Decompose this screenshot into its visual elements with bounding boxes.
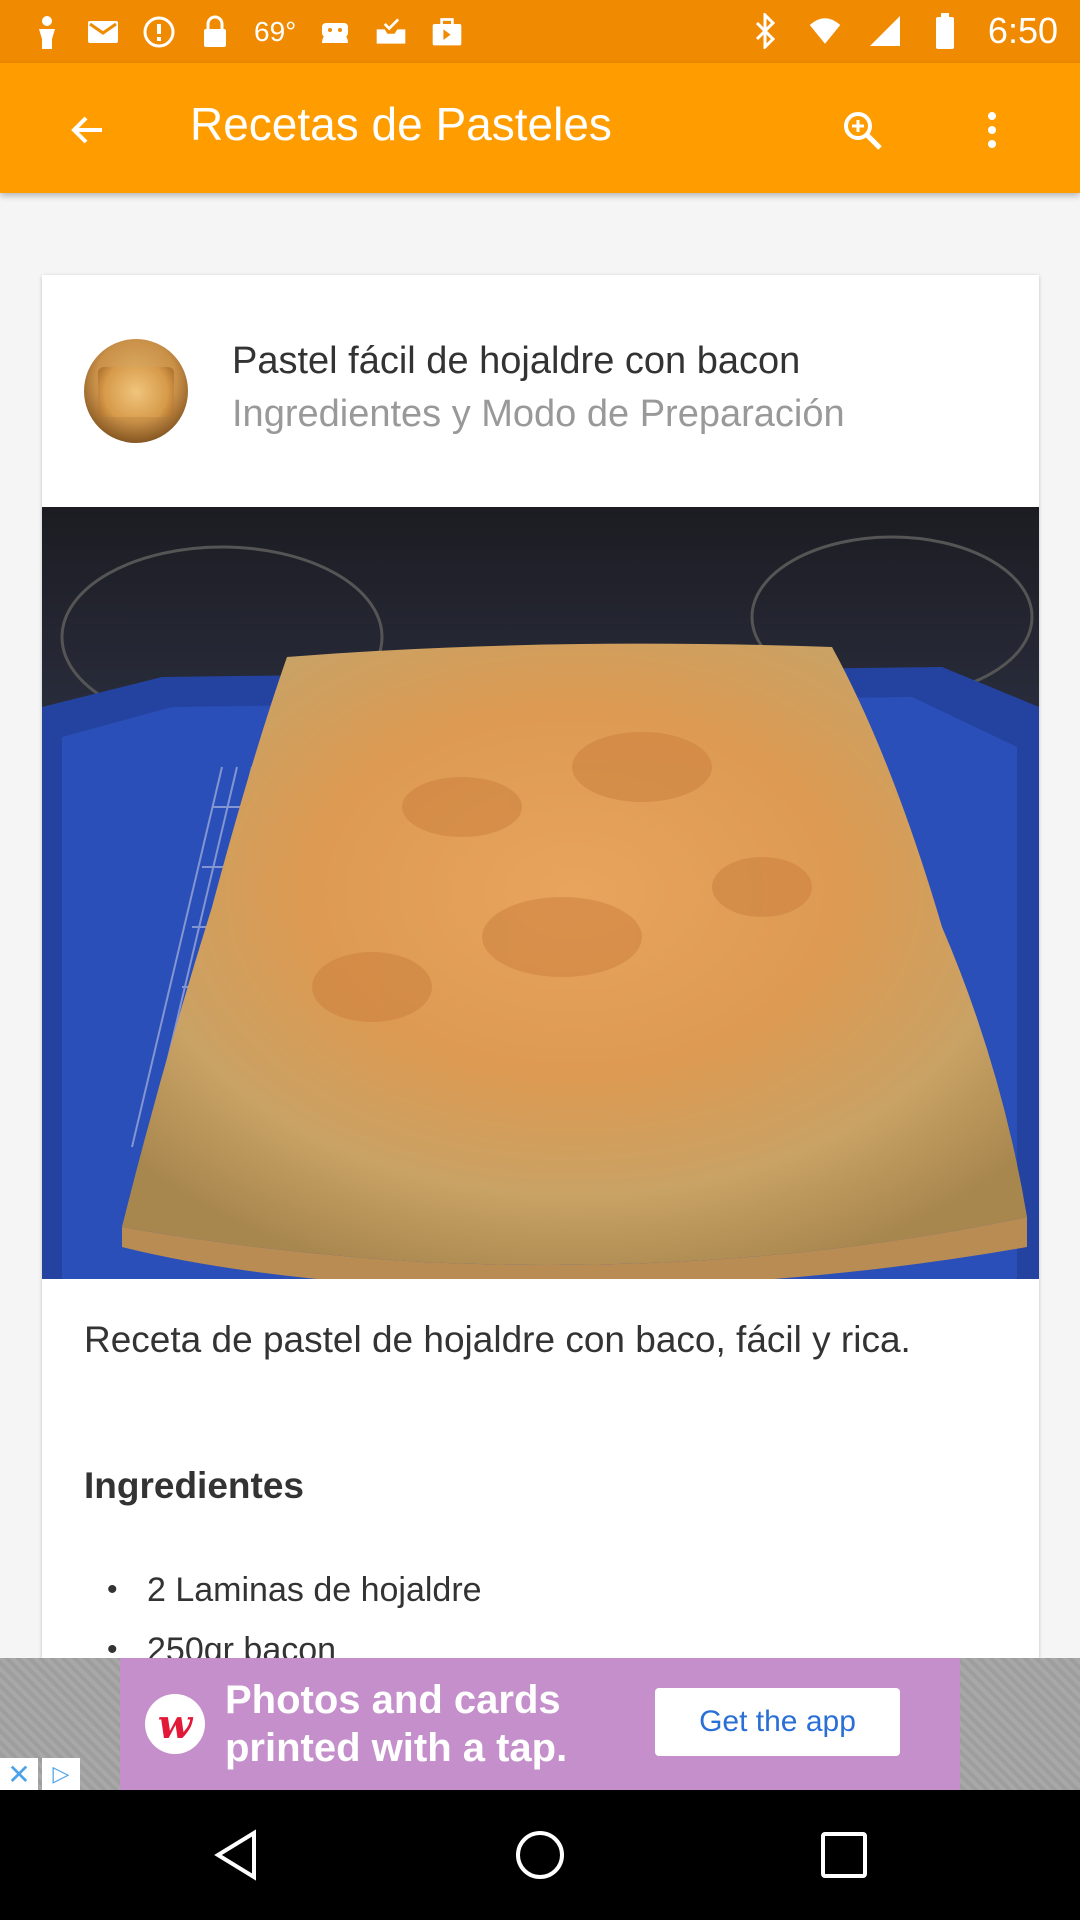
signal-icon — [868, 14, 902, 48]
navigation-bar — [0, 1790, 1080, 1920]
battery-icon — [928, 13, 962, 49]
mail-icon — [86, 15, 120, 49]
clock: 6:50 — [987, 10, 1058, 51]
temperature-label: 69° — [254, 16, 297, 47]
page-title: Recetas de Pasteles — [190, 98, 612, 150]
more-options-button[interactable] — [962, 100, 1022, 160]
lock-icon — [198, 15, 232, 49]
recipe-description: Receta de pastel de hojaldre con baco, f… — [84, 1319, 911, 1360]
back-nav-button[interactable] — [196, 1815, 276, 1895]
home-icon — [516, 1831, 564, 1879]
back-button[interactable] — [58, 100, 118, 160]
walgreens-logo: w — [145, 1694, 205, 1754]
ad-close-icon[interactable]: ✕ — [0, 1758, 38, 1790]
search-button[interactable] — [832, 100, 892, 160]
recents-icon — [821, 1832, 867, 1878]
ad-content[interactable]: w Photos and cards printed with a tap. G… — [120, 1658, 960, 1790]
home-nav-button[interactable] — [500, 1815, 580, 1895]
get-app-button[interactable]: Get the app — [655, 1688, 900, 1756]
info-icon — [142, 15, 176, 49]
recipe-title: Pastel fácil de hojaldre con bacon — [232, 340, 801, 382]
recents-nav-button[interactable] — [804, 1815, 884, 1895]
android-icon — [318, 15, 352, 49]
bluetooth-icon — [748, 13, 782, 49]
back-icon — [214, 1829, 256, 1881]
search-icon — [844, 112, 882, 150]
wifi-icon — [808, 14, 842, 48]
recipe-photo — [42, 507, 1039, 1279]
status-bar: 69° 6:50 — [0, 0, 1080, 63]
ingredients-heading: Ingredientes — [84, 1465, 304, 1506]
app-bar: Recetas de Pasteles — [0, 63, 1080, 193]
bag-icon — [430, 15, 464, 49]
recipe-card[interactable]: Pastel fácil de hojaldre con bacon Ingre… — [42, 275, 1039, 1675]
list-item: 2 Laminas de hojaldre — [107, 1560, 947, 1620]
person-icon — [30, 15, 64, 49]
arrow-left-icon — [71, 116, 102, 144]
more-vert-icon — [988, 112, 996, 148]
ad-banner[interactable]: w Photos and cards printed with a tap. G… — [0, 1658, 1080, 1790]
recipe-subtitle: Ingredientes y Modo de Preparación — [232, 393, 845, 435]
ad-choices-icon[interactable]: ▷ — [42, 1758, 80, 1790]
recipe-thumbnail — [84, 339, 188, 443]
ad-headline-line2: printed with a tap. — [225, 1726, 568, 1770]
inbox-check-icon — [374, 15, 408, 49]
ad-headline-line1: Photos and cards — [225, 1678, 561, 1722]
